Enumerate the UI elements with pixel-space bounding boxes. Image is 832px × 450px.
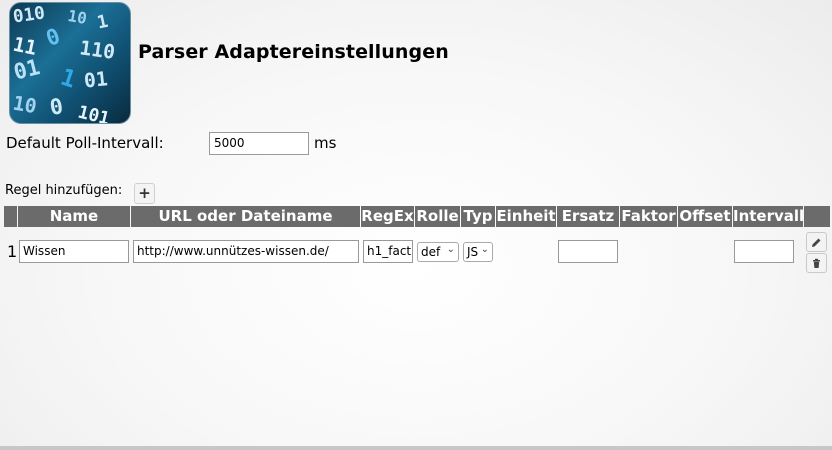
trash-icon — [813, 258, 820, 268]
delete-rule-button[interactable] — [806, 253, 827, 273]
rule-url-input[interactable]: http://www.unnützes-wissen.de/ — [133, 240, 359, 263]
svg-text:110: 110 — [78, 36, 116, 64]
svg-text:10: 10 — [66, 6, 88, 28]
header-index-cell — [4, 206, 17, 227]
column-header-unit: Einheit — [496, 206, 556, 227]
chevron-down-icon: ⌄ — [446, 244, 455, 255]
rule-replace-input[interactable] — [558, 240, 618, 263]
column-header-type: Typ — [461, 206, 495, 227]
column-header-replace: Ersatz — [557, 206, 619, 227]
rule-role-value: def — [421, 245, 441, 259]
column-header-regex: RegEx — [361, 206, 414, 227]
poll-interval-label: Default Poll-Intervall: — [6, 134, 164, 152]
column-header-url: URL oder Dateiname — [131, 206, 360, 227]
column-header-offset: Offset — [678, 206, 732, 227]
footer-bar — [0, 446, 832, 450]
edit-rule-button[interactable] — [806, 232, 827, 252]
column-header-factor: Faktor — [620, 206, 677, 227]
header-actions-cell — [804, 206, 830, 227]
svg-text:1: 1 — [95, 12, 110, 34]
svg-text:010: 010 — [12, 3, 46, 27]
svg-text:0: 0 — [48, 94, 65, 121]
rule-role-select[interactable]: def ⌄ — [417, 242, 459, 262]
column-header-role: Rolle — [415, 206, 460, 227]
row-index: 1 — [7, 242, 18, 261]
svg-text:01: 01 — [11, 55, 42, 86]
page-title: Parser Adaptereinstellungen — [138, 41, 449, 63]
poll-interval-input[interactable]: 5000 — [209, 132, 309, 155]
pencil-icon — [812, 238, 821, 247]
svg-text:101: 101 — [76, 103, 112, 123]
binary-code-logo-icon: 010 10 1 11 0 110 01 1 01 10 0 101 — [9, 2, 131, 124]
column-header-interval: Intervall — [733, 206, 803, 227]
svg-text:10: 10 — [11, 92, 38, 119]
svg-text:1: 1 — [57, 63, 79, 94]
rule-name-input[interactable]: Wissen — [19, 240, 129, 263]
rule-interval-input[interactable] — [734, 240, 794, 263]
rule-type-select[interactable]: JS ⌄ — [463, 242, 493, 262]
svg-text:01: 01 — [83, 67, 109, 92]
poll-interval-unit: ms — [314, 134, 337, 152]
add-rule-label: Regel hinzufügen: — [5, 183, 123, 198]
rule-regex-input[interactable]: h1_fact" — [363, 240, 413, 263]
svg-text:0: 0 — [43, 24, 64, 52]
add-rule-button[interactable]: + — [134, 183, 155, 204]
column-header-name: Name — [18, 206, 130, 227]
chevron-down-icon: ⌄ — [480, 244, 489, 255]
rule-type-value: JS — [467, 245, 479, 259]
